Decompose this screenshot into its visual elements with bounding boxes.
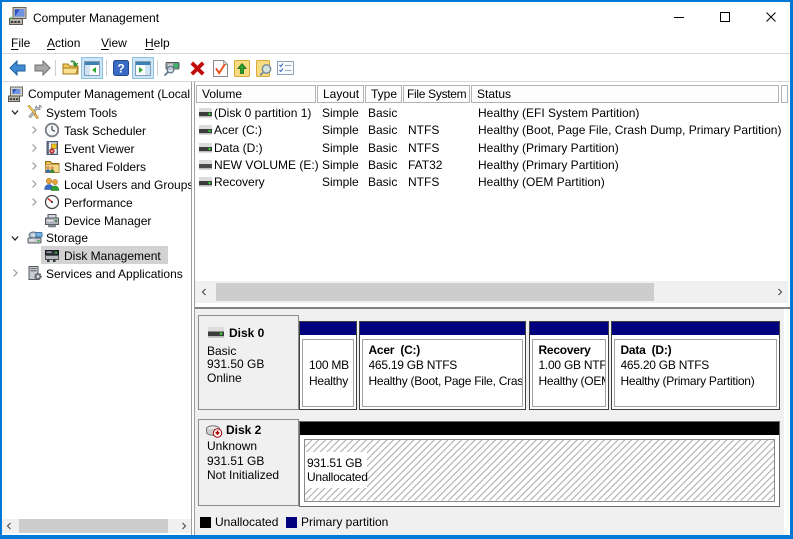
svg-text:?: ? — [117, 62, 124, 76]
